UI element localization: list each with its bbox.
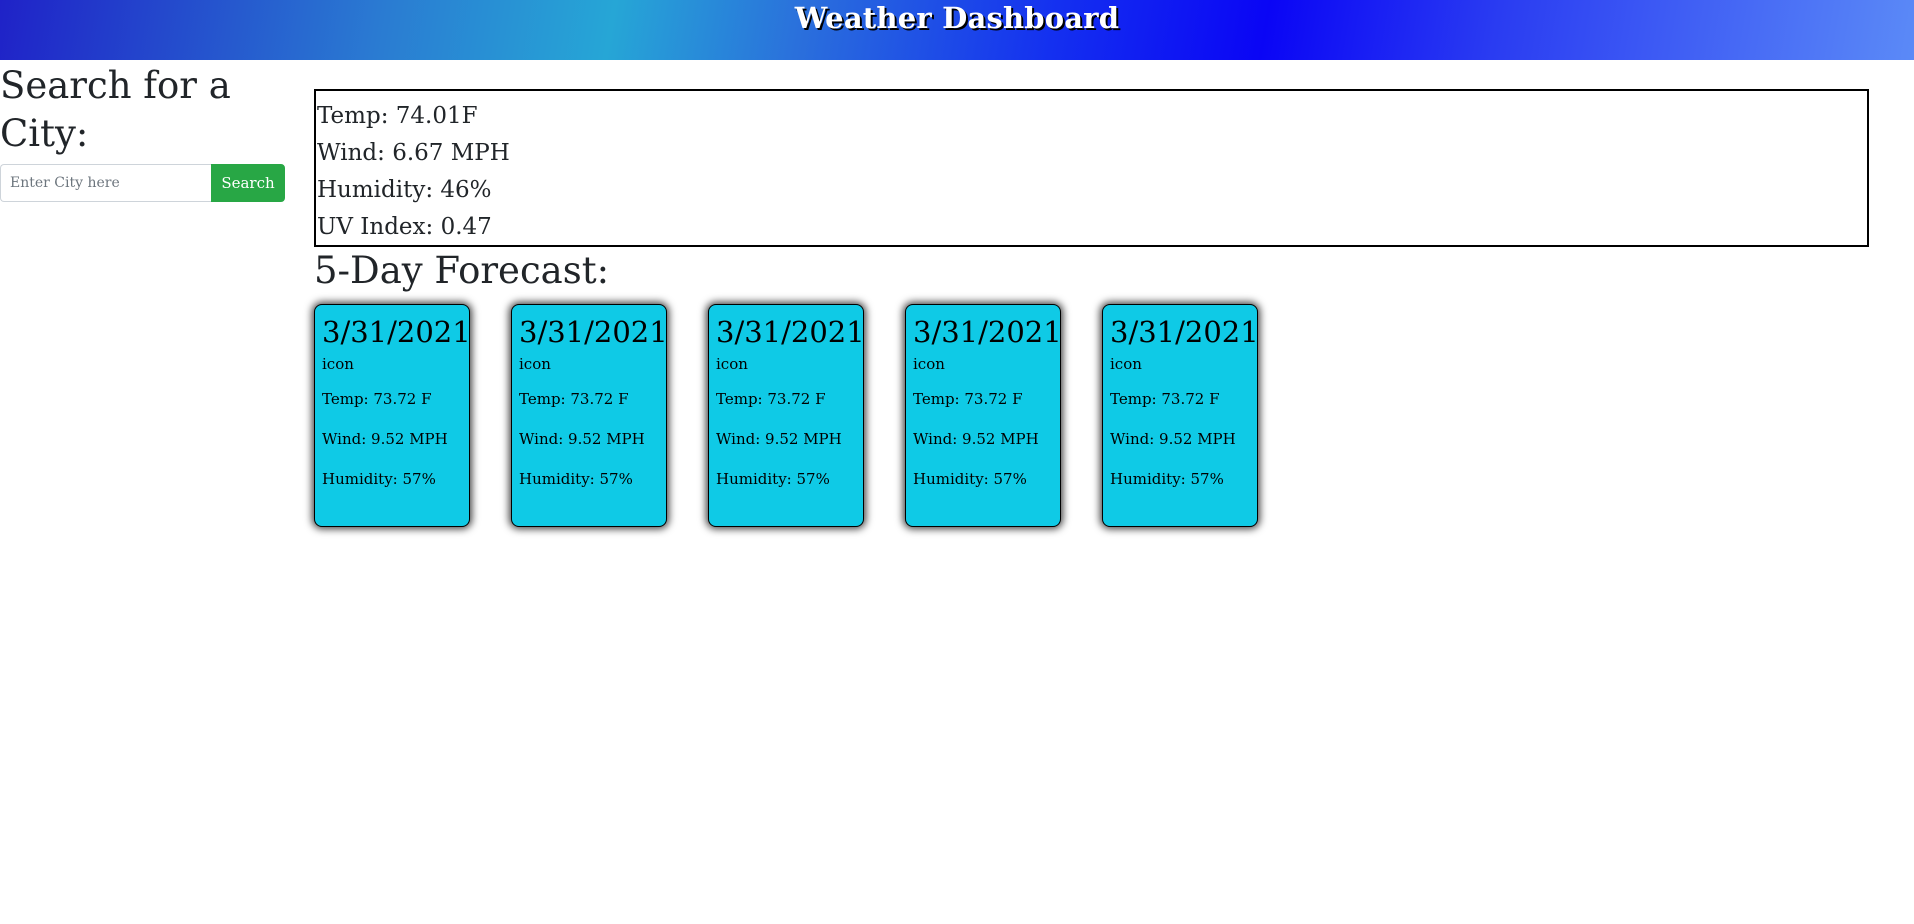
current-uv-index: UV Index: 0.47 — [317, 214, 492, 240]
forecast-wind: Wind: 9.52 MPH — [716, 430, 842, 448]
forecast-humidity: Humidity: 57% — [519, 470, 633, 488]
weather-icon: icon — [322, 355, 354, 373]
forecast-date: 3/31/2021 — [519, 315, 668, 349]
forecast-wind: Wind: 9.52 MPH — [519, 430, 645, 448]
page-header: Weather Dashboard — [0, 0, 1914, 60]
search-heading: Search for a City: — [0, 64, 231, 155]
weather-icon: icon — [1110, 355, 1142, 373]
weather-icon: icon — [519, 355, 551, 373]
forecast-date: 3/31/2021 — [1110, 315, 1259, 349]
forecast-temp: Temp: 73.72 F — [716, 390, 826, 408]
forecast-card: 3/31/2021 icon Temp: 73.72 F Wind: 9.52 … — [1102, 304, 1259, 527]
forecast-card: 3/31/2021 icon Temp: 73.72 F Wind: 9.52 … — [314, 304, 471, 527]
forecast-wind: Wind: 9.52 MPH — [322, 430, 448, 448]
page-title: Weather Dashboard — [794, 1, 1120, 35]
forecast-temp: Temp: 73.72 F — [519, 390, 629, 408]
weather-icon: icon — [913, 355, 945, 373]
forecast-date: 3/31/2021 — [716, 315, 865, 349]
city-search-input[interactable] — [0, 164, 211, 202]
forecast-humidity: Humidity: 57% — [913, 470, 1027, 488]
weather-icon: icon — [716, 355, 748, 373]
forecast-card: 3/31/2021 icon Temp: 73.72 F Wind: 9.52 … — [511, 304, 668, 527]
forecast-temp: Temp: 73.72 F — [1110, 390, 1220, 408]
forecast-temp: Temp: 73.72 F — [322, 390, 432, 408]
current-humidity: Humidity: 46% — [317, 177, 492, 203]
current-wind: Wind: 6.67 MPH — [317, 140, 510, 166]
forecast-temp: Temp: 73.72 F — [913, 390, 1023, 408]
forecast-date: 3/31/2021 — [913, 315, 1062, 349]
forecast-humidity: Humidity: 57% — [322, 470, 436, 488]
current-weather-panel: Temp: 74.01F Wind: 6.67 MPH Humidity: 46… — [314, 89, 1869, 247]
forecast-card: 3/31/2021 icon Temp: 73.72 F Wind: 9.52 … — [905, 304, 1062, 527]
main-layout: Search for a City: Search Temp: 74.01F W… — [0, 60, 1914, 924]
forecast-humidity: Humidity: 57% — [1110, 470, 1224, 488]
search-button[interactable]: Search — [211, 164, 285, 202]
forecast-date: 3/31/2021 — [322, 315, 471, 349]
current-temp: Temp: 74.01F — [317, 103, 478, 129]
forecast-wind: Wind: 9.52 MPH — [1110, 430, 1236, 448]
forecast-wind: Wind: 9.52 MPH — [913, 430, 1039, 448]
forecast-humidity: Humidity: 57% — [716, 470, 830, 488]
forecast-card: 3/31/2021 icon Temp: 73.72 F Wind: 9.52 … — [708, 304, 865, 527]
forecast-heading: 5-Day Forecast: — [314, 249, 610, 292]
forecast-cards: 3/31/2021 icon Temp: 73.72 F Wind: 9.52 … — [314, 304, 1259, 527]
search-form: Search — [0, 164, 285, 202]
